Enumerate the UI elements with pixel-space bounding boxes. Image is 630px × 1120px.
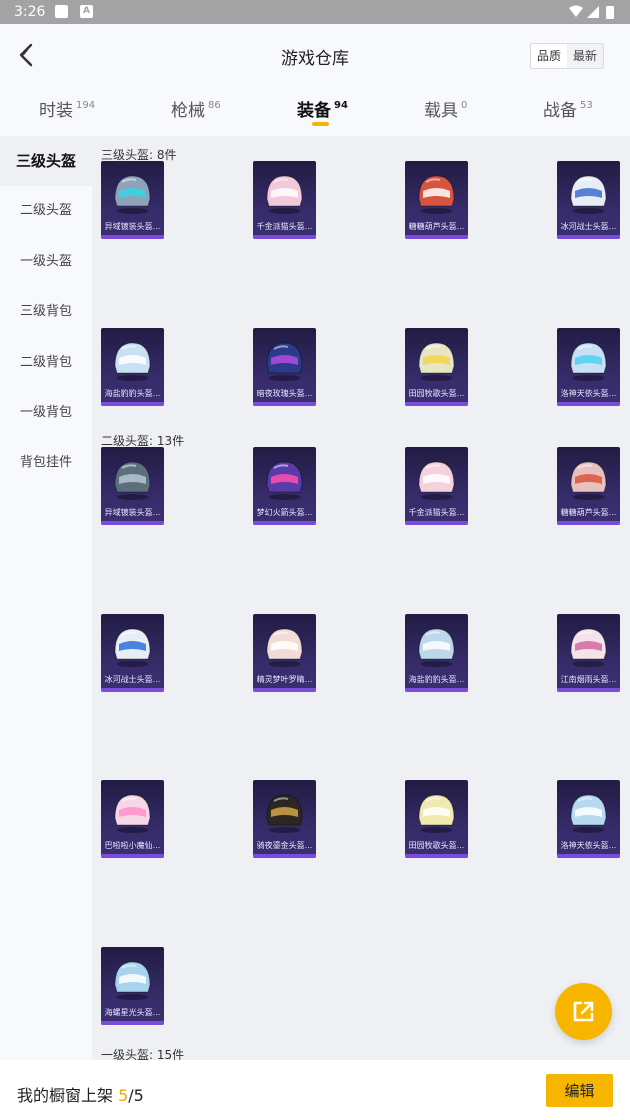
external-link-icon [573, 1001, 594, 1022]
item-label: 异域镀装头盔... [104, 508, 161, 517]
sidebar-item-level2-backpack[interactable]: 二级背包 [0, 338, 92, 388]
rarity-bar [101, 854, 164, 859]
item-card[interactable]: 精灵梦叶罗睛... [253, 613, 316, 692]
item-card[interactable]: 糖糖葫芦头盔... [405, 161, 468, 239]
header: 游戏仓库 品质 最新 [0, 24, 630, 86]
sidebar-item-level3-backpack[interactable]: 三级背包 [0, 287, 92, 337]
item-label: 梦幻火箭头盔... [256, 508, 313, 517]
rarity-bar [253, 235, 316, 239]
item-card[interactable]: 海盐豹豹头盔... [101, 327, 164, 406]
rarity-bar [557, 235, 620, 239]
sidebar: 三级头盔 二级头盔 一级头盔 三级背包 二级背包 一级背包 背包挂件 [0, 136, 92, 1060]
rarity-bar [405, 401, 468, 406]
item-label: 田园牧歌头盔... [408, 388, 465, 398]
share-button[interactable] [555, 983, 612, 1040]
sort-quality-button[interactable]: 品质 [531, 44, 567, 68]
tab-guns[interactable]: 枪械 86 [171, 96, 221, 121]
tab-supplies[interactable]: 战备 53 [543, 96, 593, 121]
item-label: 糖糖葫芦头盔... [408, 222, 465, 231]
sidebar-item-level1-backpack[interactable]: 一级背包 [0, 388, 92, 438]
item-card[interactable]: 江南烟雨头盔... [557, 613, 620, 692]
rarity-bar [405, 235, 468, 239]
item-label: 糖糖葫芦头盔... [560, 508, 617, 517]
item-label: 江南烟雨头盔... [560, 674, 617, 684]
item-card[interactable]: 千金派猫头盔... [405, 447, 468, 525]
rarity-bar [405, 854, 468, 859]
rarity-bar [253, 521, 316, 525]
item-card[interactable]: 骑夜鎏金头盔... [253, 780, 316, 859]
rarity-bar [101, 1021, 164, 1026]
item-label: 海螺星光头盔... [104, 1008, 161, 1018]
item-card[interactable]: 巴啦啦小魔仙... [101, 780, 164, 859]
item-card[interactable]: 海螺星光头盔... [101, 947, 164, 1026]
item-card[interactable]: 千金派猫头盔... [253, 161, 316, 239]
notification-icon [55, 5, 68, 18]
item-label: 千金派猫头盔... [408, 508, 465, 517]
rarity-bar [101, 235, 164, 239]
item-card[interactable]: 洛神天依头盔... [557, 327, 620, 406]
rarity-bar [557, 401, 620, 406]
item-grid: 三级头盔: 8件 异域镀装头盔... 千金派猫头盔... 糖糖葫芦头盔... 冰河战士头… [92, 136, 630, 1060]
item-label: 田园牧歌头盔... [408, 841, 465, 851]
item-label: 海盐豹豹头盔... [408, 674, 465, 684]
tab-equipment[interactable]: 装备 94 [297, 96, 348, 121]
sidebar-item-backpack-pendant[interactable]: 背包挂件 [0, 438, 92, 488]
sidebar-item-level3-helmet[interactable]: 三级头盔 [0, 136, 92, 187]
tab-fashion[interactable]: 时装 194 [39, 96, 95, 121]
item-label: 洛神天依头盔... [560, 841, 617, 851]
item-label: 千金派猫头盔... [256, 222, 313, 231]
showcase-status: 我的橱窗上架 5/5 [17, 1086, 144, 1105]
rarity-bar [253, 687, 316, 692]
item-label: 巴啦啦小魔仙... [104, 841, 161, 851]
item-label: 冰河战士头盔... [560, 222, 617, 231]
item-card[interactable]: 田园牧歌头盔... [405, 327, 468, 406]
item-label: 海盐豹豹头盔... [104, 388, 161, 398]
rarity-bar [101, 401, 164, 406]
item-label: 异域镀装头盔... [104, 222, 161, 231]
system-icons [568, 4, 618, 24]
item-label: 暗夜玫瑰头盔... [256, 388, 313, 398]
rarity-bar [253, 401, 316, 406]
rarity-bar [557, 854, 620, 859]
tab-vehicles[interactable]: 载具 0 [424, 96, 467, 121]
category-tabs: 时装 194 枪械 86 装备 94 载具 0 战备 53 [0, 86, 630, 136]
bottom-bar: 我的橱窗上架 5/5 编辑 [0, 1060, 630, 1120]
active-tab-indicator [312, 122, 329, 126]
item-card[interactable]: 异域镀装头盔... [101, 161, 164, 239]
item-card[interactable]: 异域镀装头盔... [101, 447, 164, 525]
sort-newest-button[interactable]: 最新 [567, 44, 604, 68]
rarity-bar [557, 687, 620, 692]
item-card[interactable]: 冰河战士头盔... [557, 161, 620, 239]
item-card[interactable]: 洛神天依头盔... [557, 780, 620, 859]
rarity-bar [101, 521, 164, 525]
item-label: 冰河战士头盔... [104, 674, 161, 684]
rarity-bar [557, 521, 620, 525]
rarity-bar [405, 521, 468, 525]
status-bar: 3:26 A [0, 0, 630, 24]
sidebar-item-level2-helmet[interactable]: 二级头盔 [0, 186, 92, 236]
item-label: 骑夜鎏金头盔... [256, 841, 313, 851]
edit-button[interactable]: 编辑 [546, 1074, 613, 1107]
item-card[interactable]: 冰河战士头盔... [101, 613, 164, 692]
section-title: 一级头盔: 15件 [101, 1048, 185, 1060]
rarity-bar [405, 687, 468, 692]
item-card[interactable]: 海盐豹豹头盔... [405, 613, 468, 692]
rarity-bar [253, 854, 316, 859]
sidebar-item-level1-helmet[interactable]: 一级头盔 [0, 237, 92, 287]
sort-toggle: 品质 最新 [530, 43, 605, 69]
rarity-bar [101, 687, 164, 692]
item-card[interactable]: 田园牧歌头盔... [405, 780, 468, 859]
item-card[interactable]: 暗夜玫瑰头盔... [253, 327, 316, 406]
item-label: 精灵梦叶罗睛... [256, 674, 313, 684]
item-card[interactable]: 梦幻火箭头盔... [253, 447, 316, 525]
item-card[interactable]: 糖糖葫芦头盔... [557, 447, 620, 525]
item-label: 洛神天依头盔... [560, 388, 617, 398]
notification-letter-icon: A [80, 5, 93, 18]
status-time: 3:26 [14, 4, 46, 20]
